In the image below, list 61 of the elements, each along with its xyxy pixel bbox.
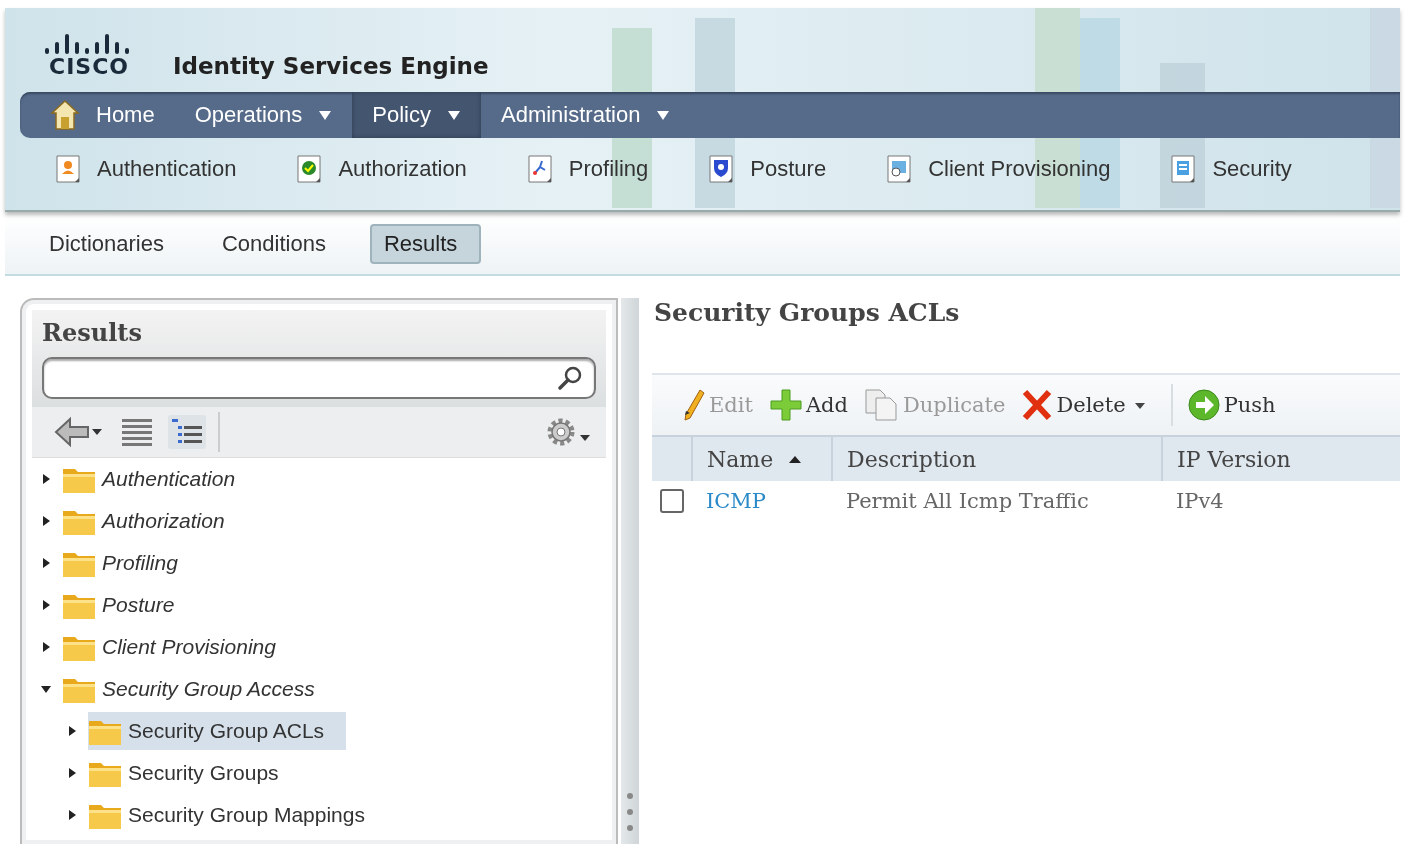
documents-icon xyxy=(864,388,900,422)
arrow-circle-icon xyxy=(1186,388,1221,422)
tree-view-button[interactable] xyxy=(168,415,206,449)
dropdown-arrow-icon xyxy=(447,109,461,121)
tab[interactable]: Results xyxy=(369,224,482,264)
tree-item[interactable]: Security Group ACLs xyxy=(88,712,347,750)
menu-item[interactable]: Operations xyxy=(174,92,353,138)
search-icon xyxy=(556,364,584,392)
submenu-item[interactable]: Security xyxy=(1170,154,1292,184)
expand-arrow-icon[interactable] xyxy=(66,767,78,779)
graph-document-icon xyxy=(526,154,555,184)
name-link[interactable]: ICMP xyxy=(706,489,766,513)
menu-item[interactable]: Home xyxy=(50,92,175,138)
home-icon xyxy=(50,99,80,131)
page-title: Security Groups ACLs xyxy=(653,298,961,329)
expand-arrow-icon[interactable] xyxy=(66,725,78,737)
search-field[interactable] xyxy=(42,357,596,399)
collapse-arrow-icon[interactable] xyxy=(40,683,52,695)
tree-item[interactable]: Security Group Access xyxy=(62,670,319,708)
tree-item[interactable]: Posture xyxy=(62,586,179,624)
menu-item[interactable]: Administration xyxy=(481,92,691,138)
user-document-icon xyxy=(55,154,83,184)
splitter-handle-icon[interactable] xyxy=(626,790,634,834)
tab[interactable]: Conditions xyxy=(207,224,350,264)
checkbox[interactable] xyxy=(660,489,684,513)
back-arrow-icon xyxy=(54,415,104,449)
tree-item[interactable]: Client Provisioning xyxy=(62,628,280,666)
list-icon xyxy=(120,417,154,447)
submenu-item[interactable]: Profiling xyxy=(526,154,649,184)
menu-item[interactable]: Policy xyxy=(352,92,481,138)
dropdown-arrow-icon xyxy=(318,109,333,121)
tree-item[interactable]: Security Groups xyxy=(88,754,283,792)
close-icon xyxy=(1021,388,1054,422)
expand-arrow-icon[interactable] xyxy=(40,599,52,611)
toolbar-button[interactable]: Delete xyxy=(1021,384,1159,426)
expand-arrow-icon[interactable] xyxy=(66,809,78,821)
submenu-item[interactable]: Authorization xyxy=(296,154,467,184)
submenu-item[interactable]: Posture xyxy=(708,154,827,184)
app-title: Identity Services Engine xyxy=(173,52,489,80)
expand-arrow-icon[interactable] xyxy=(40,641,52,653)
plus-icon xyxy=(768,388,803,422)
table-cell: IPv4 xyxy=(1176,489,1224,513)
submenu-item[interactable]: Authentication xyxy=(55,154,237,184)
column-header[interactable]: Name xyxy=(692,436,832,481)
tab[interactable]: Dictionaries xyxy=(35,224,188,264)
column-header[interactable]: IP Version xyxy=(1162,436,1400,481)
tree-item[interactable]: Security Group Mappings xyxy=(88,796,369,834)
table-cell: Permit All Icmp Traffic xyxy=(846,489,1089,513)
expand-arrow-icon[interactable] xyxy=(40,473,52,485)
expand-arrow-icon[interactable] xyxy=(40,557,52,569)
submenu-item[interactable]: Client Provisioning xyxy=(886,154,1111,184)
toolbar-button[interactable]: Add xyxy=(768,384,856,426)
tree-item[interactable]: Authentication xyxy=(62,460,240,498)
toolbar-button[interactable]: Push xyxy=(1186,384,1284,426)
panel-title: Results xyxy=(42,318,143,347)
tree-item[interactable]: Profiling xyxy=(62,544,182,582)
dropdown-arrow-icon xyxy=(656,109,671,121)
column-header[interactable]: Description xyxy=(832,436,1162,481)
expand-arrow-icon[interactable] xyxy=(40,515,52,527)
tree-item[interactable]: Authorization xyxy=(62,502,229,540)
cisco-logo: CISCO xyxy=(43,32,135,80)
